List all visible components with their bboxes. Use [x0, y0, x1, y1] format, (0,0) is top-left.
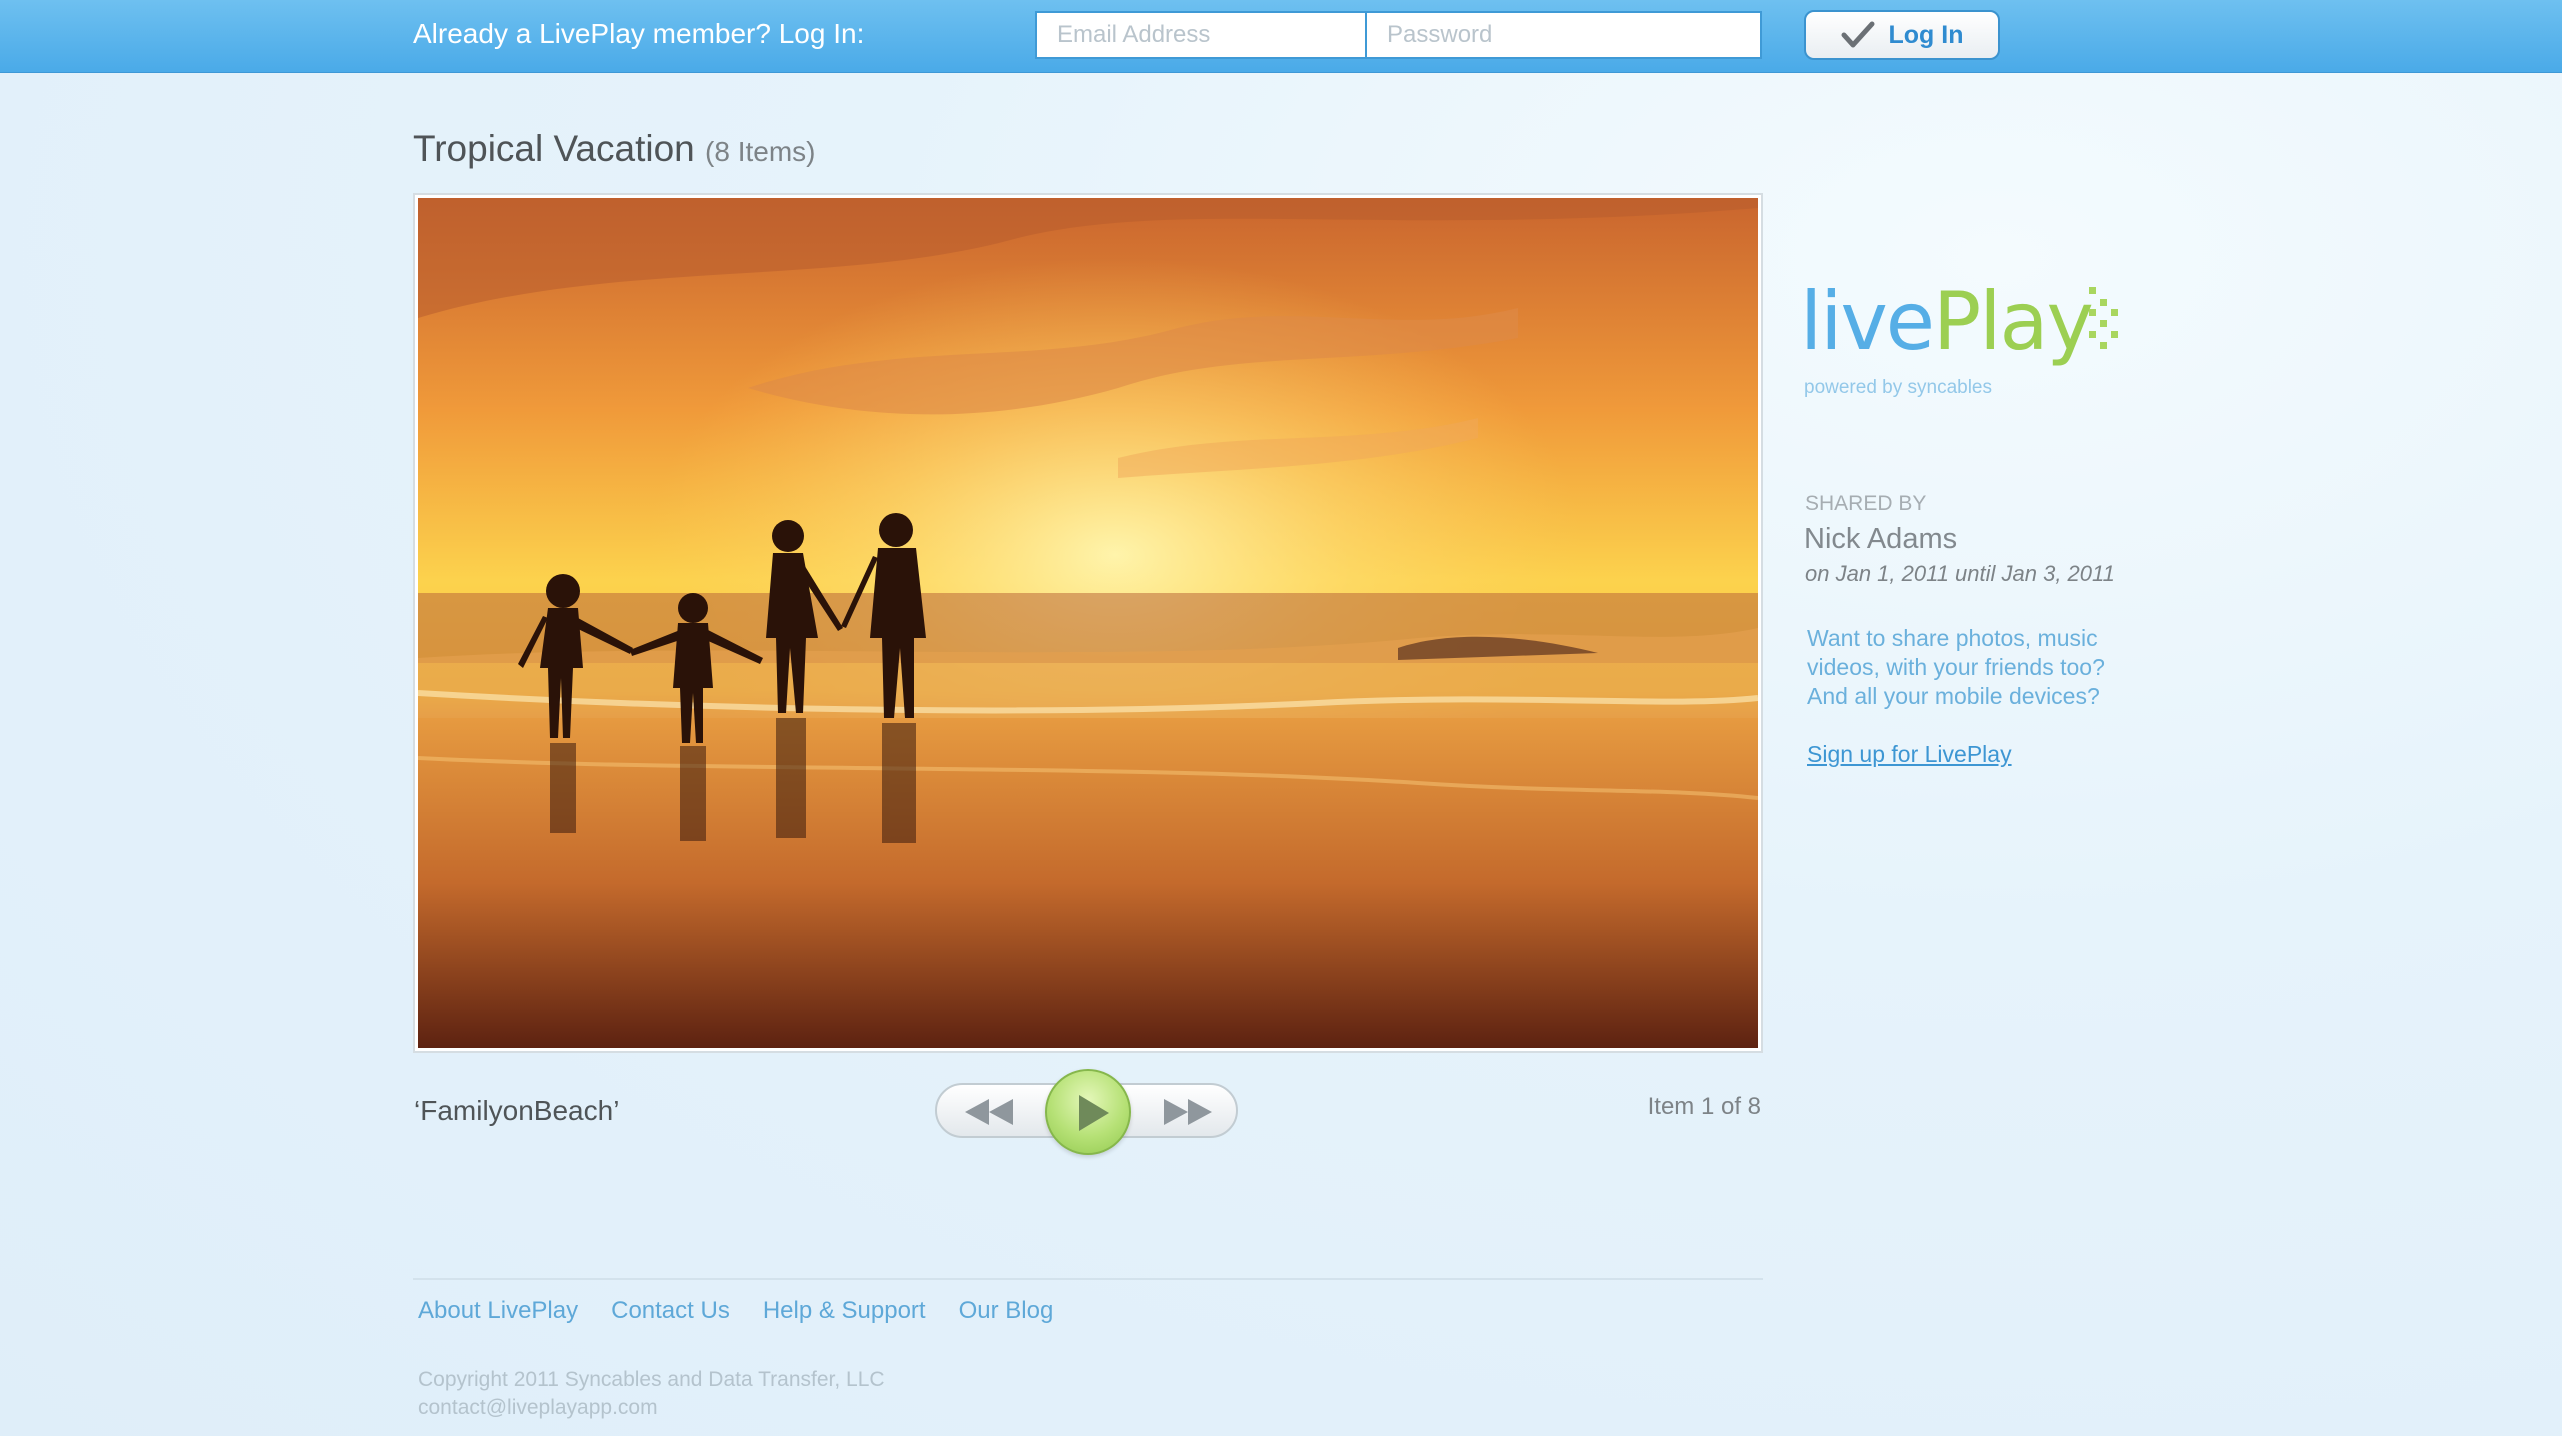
beach-sunset-photo[interactable] [418, 198, 1758, 1048]
footer-divider [413, 1278, 1763, 1280]
login-prompt: Already a LivePlay member? Log In: [413, 18, 865, 49]
footer-link-help[interactable]: Help & Support [763, 1297, 926, 1325]
copyright-text: Copyright 2011 Syncables and Data Transf… [418, 1368, 885, 1391]
album-title: Tropical Vacation (8 Items) [413, 128, 816, 170]
item-caption: ‘FamilyonBeach’ [414, 1095, 620, 1126]
promo-line: videos, with your friends too? [1807, 654, 2105, 680]
play-button[interactable] [1045, 1069, 1131, 1155]
logo-live-text: live [1800, 275, 1935, 368]
promo-line: And all your mobile devices? [1807, 683, 2100, 709]
promo-line: Want to share photos, music [1807, 625, 2098, 651]
liveplay-logo: livePlay powered by syncables [1800, 282, 2094, 399]
footer-link-blog[interactable]: Our Blog [959, 1297, 1054, 1325]
footer-link-contact[interactable]: Contact Us [611, 1297, 730, 1325]
footer-nav: About LivePlay Contact Us Help & Support… [418, 1297, 1053, 1325]
shared-by-name: Nick Adams [1804, 523, 1958, 555]
signup-promo-text: Want to share photos, music videos, with… [1807, 624, 2167, 711]
footer-link-about[interactable]: About LivePlay [418, 1297, 578, 1325]
contact-email: contact@liveplayapp.com [418, 1396, 658, 1419]
signup-link[interactable]: Sign up for LivePlay [1807, 741, 2012, 768]
photo-viewer [413, 193, 1763, 1053]
rewind-icon[interactable] [963, 1097, 1015, 1127]
logo-play-text: Play [1933, 275, 2094, 368]
logo-dots-icon [2089, 287, 2118, 349]
item-position: Item 1 of 8 [1647, 1093, 1761, 1120]
album-name: Tropical Vacation [413, 128, 695, 169]
powered-by-text: powered by syncables [1804, 377, 1992, 398]
play-icon [1079, 1095, 1109, 1131]
login-button[interactable]: Log In [1804, 10, 2000, 60]
login-bar: Already a LivePlay member? Log In: Log I… [0, 0, 2562, 73]
checkmark-icon [1841, 21, 1874, 48]
shared-by-label: SHARED BY [1805, 492, 1927, 515]
copyright-block: Copyright 2011 Syncables and Data Transf… [418, 1366, 885, 1422]
fast-forward-icon[interactable] [1162, 1097, 1214, 1127]
login-button-label: Log In [1888, 20, 1964, 49]
album-item-count: (8 Items) [705, 136, 816, 167]
password-input[interactable] [1365, 11, 1762, 59]
share-date-range: on Jan 1, 2011 until Jan 3, 2011 [1805, 561, 2115, 586]
